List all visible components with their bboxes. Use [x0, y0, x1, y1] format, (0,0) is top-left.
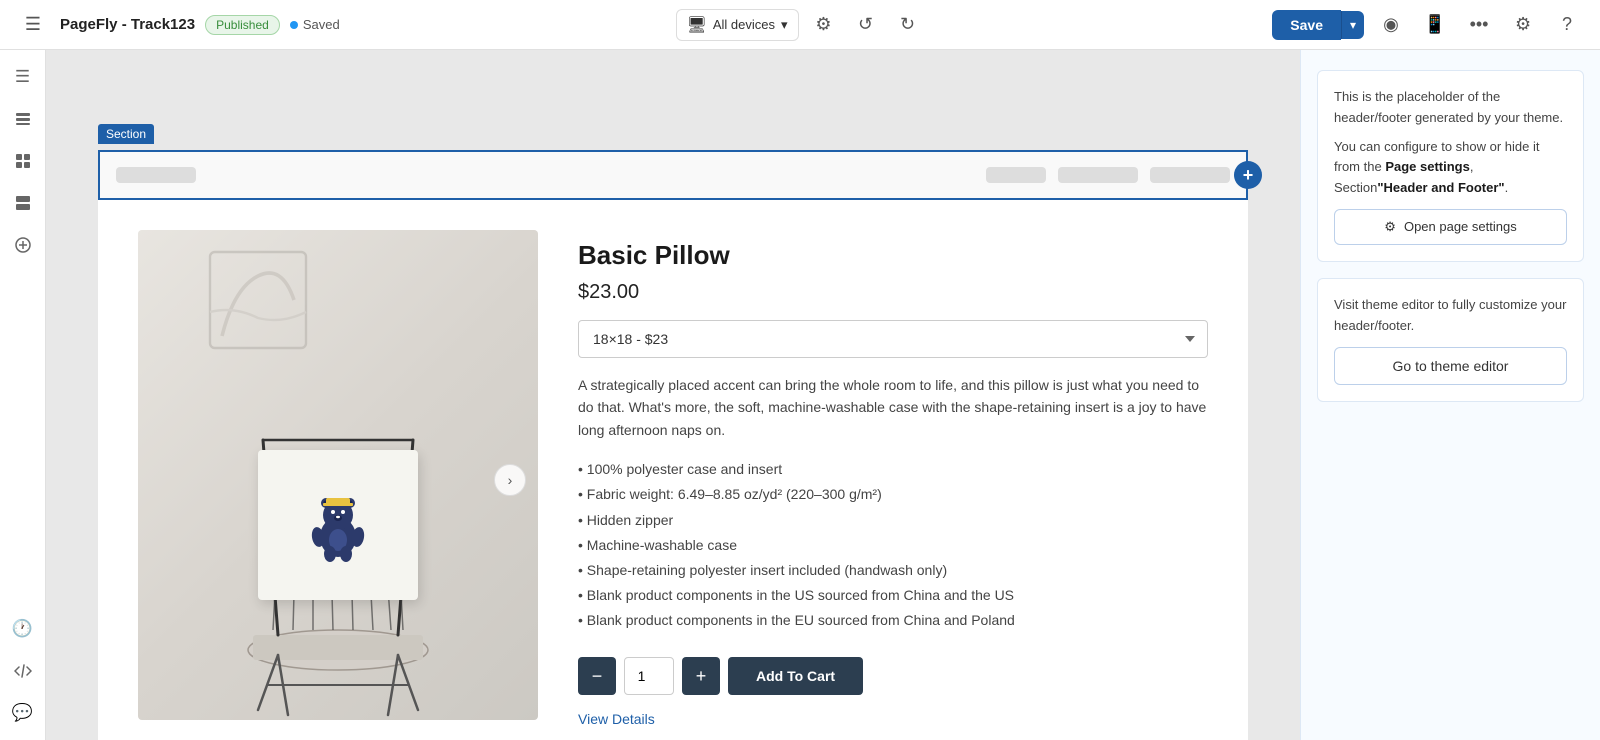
product-description: A strategically placed accent can bring …	[578, 374, 1208, 441]
sidebar-item-layers[interactable]	[4, 100, 42, 138]
sidebar-item-panels[interactable]: ☰	[4, 58, 42, 96]
header-footer-link: "Header and Footer"	[1377, 180, 1504, 195]
saved-badge: Saved	[290, 17, 340, 32]
product-price: $23.00	[578, 281, 1208, 304]
quantity-increase-button[interactable]: +	[682, 657, 720, 695]
view-details-link[interactable]: View Details	[578, 711, 655, 727]
sidebar-item-chat[interactable]: 💬	[4, 694, 42, 732]
placeholder-block-1	[116, 167, 196, 183]
canvas-area: Section +	[46, 50, 1300, 740]
product-image	[138, 230, 538, 720]
open-page-settings-button[interactable]: ⚙ Open page settings	[1334, 209, 1567, 245]
topbar-center: 🖥 All devices ▾ ⚙︎ ↺ ↻	[676, 8, 925, 42]
app-title: PageFly - Track123	[60, 16, 195, 33]
page-settings-link: Page settings	[1385, 159, 1470, 174]
product-image-col: ›	[138, 230, 538, 729]
product-title: Basic Pillow	[578, 240, 1208, 271]
filter-button[interactable]: ⚙︎	[807, 8, 841, 42]
section-wrapper: Section +	[98, 150, 1248, 200]
topbar-right: Save ▾ ◉ 📱 ••• ⚙ ?	[937, 8, 1585, 42]
topbar: ☰ PageFly - Track123 Published Saved 🖥 A…	[0, 0, 1600, 50]
section-badge: Section	[98, 124, 154, 144]
quantity-cart-row: − + Add To Cart	[578, 657, 1208, 695]
quantity-input[interactable]	[624, 657, 674, 695]
sidebar-item-elements[interactable]	[4, 142, 42, 180]
placeholder-block-3	[1058, 167, 1138, 183]
main-area: ☰ 🕐 💬 Section	[0, 50, 1600, 740]
published-badge: Published	[205, 15, 280, 35]
product-section: › Basic Pillow $23.00 18×18 - $23 A stra…	[98, 200, 1248, 740]
save-group: Save ▾	[1272, 10, 1364, 40]
carousel-next-button[interactable]: ›	[494, 464, 526, 496]
placeholder-bar: +	[98, 150, 1248, 200]
help-button[interactable]: ?	[1550, 8, 1584, 42]
product-features: • 100% polyester case and insert • Fabri…	[578, 457, 1208, 633]
save-button[interactable]: Save	[1272, 10, 1341, 40]
sidebar-item-code[interactable]	[4, 652, 42, 690]
redo-button[interactable]: ↻	[891, 8, 925, 42]
theme-editor-card: Visit theme editor to fully customize yo…	[1317, 278, 1584, 402]
save-dropdown-button[interactable]: ▾	[1341, 11, 1364, 39]
settings-button[interactable]: ⚙	[1506, 8, 1540, 42]
add-section-button[interactable]: +	[1234, 161, 1262, 189]
sidebar-item-add[interactable]	[4, 226, 42, 264]
pillow-scene	[138, 230, 538, 720]
saved-dot	[290, 21, 298, 29]
settings-gear-icon: ⚙	[1384, 219, 1396, 235]
visit-theme-text: Visit theme editor to fully customize yo…	[1334, 295, 1567, 337]
pillow-on-chair	[258, 450, 418, 600]
device-icon: 🖥	[687, 15, 707, 35]
more-options-button[interactable]: •••	[1462, 8, 1496, 42]
sidebar-item-sections[interactable]	[4, 184, 42, 222]
undo-button[interactable]: ↺	[849, 8, 883, 42]
add-to-cart-button[interactable]: Add To Cart	[728, 657, 863, 695]
variant-select[interactable]: 18×18 - $23	[578, 320, 1208, 358]
device-selector[interactable]: 🖥 All devices ▾	[676, 9, 799, 41]
mobile-preview-button[interactable]: 📱	[1418, 8, 1452, 42]
left-sidebar: ☰ 🕐 💬	[0, 50, 46, 740]
info-text-1: This is the placeholder of the header/fo…	[1334, 87, 1567, 129]
topbar-left: ☰ PageFly - Track123 Published Saved	[16, 8, 664, 42]
product-info-col: Basic Pillow $23.00 18×18 - $23 A strate…	[578, 230, 1208, 729]
quantity-decrease-button[interactable]: −	[578, 657, 616, 695]
preview-button[interactable]: ◉	[1374, 8, 1408, 42]
header-footer-info-card: This is the placeholder of the header/fo…	[1317, 70, 1584, 262]
sidebar-toggle-button[interactable]: ☰	[16, 8, 50, 42]
right-panel: This is the placeholder of the header/fo…	[1300, 50, 1600, 740]
go-to-theme-button[interactable]: Go to theme editor	[1334, 347, 1567, 385]
bear-illustration	[298, 485, 378, 565]
placeholder-block-4	[1150, 167, 1230, 183]
sidebar-item-history[interactable]: 🕐	[4, 610, 42, 648]
placeholder-block-2	[986, 167, 1046, 183]
